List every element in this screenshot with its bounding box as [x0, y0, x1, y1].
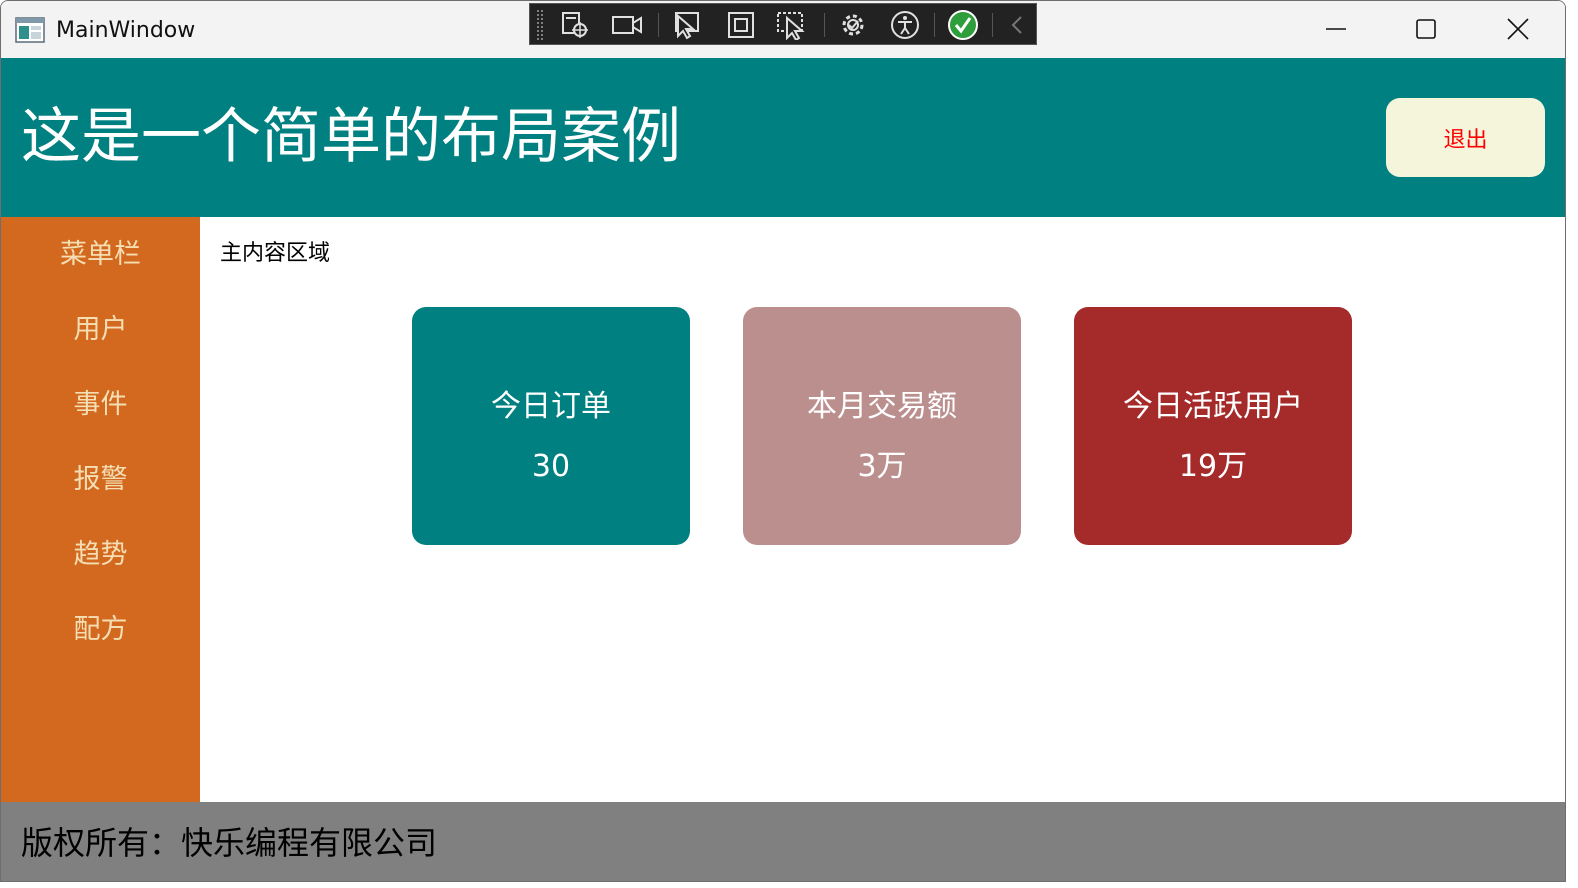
- sidebar-item-menu-header: 菜单栏: [60, 239, 141, 270]
- app-icon: [15, 17, 45, 43]
- maximize-icon: [1416, 19, 1436, 39]
- sidebar-menu: 菜单栏 用户 事件 报警 趋势 配方: [1, 217, 200, 802]
- check-icon[interactable]: [946, 8, 980, 42]
- stat-card-value: 19万: [1178, 449, 1248, 484]
- toolbar-separator: [658, 13, 659, 37]
- bounds-icon[interactable]: [724, 8, 758, 42]
- sidebar-item-events[interactable]: 事件: [1, 387, 200, 423]
- stat-card-label: 今日活跃用户: [1123, 389, 1303, 424]
- sidebar-item-users[interactable]: 用户: [1, 312, 200, 348]
- settings-gear-icon[interactable]: [836, 8, 870, 42]
- stat-card-value: 3万: [857, 449, 907, 484]
- toolbar-separator: [934, 13, 935, 37]
- accessibility-icon[interactable]: [888, 8, 922, 42]
- stat-card-value: 30: [531, 449, 571, 484]
- stat-card-monthly-volume: 本月交易额 3万: [743, 307, 1021, 545]
- logout-button[interactable]: 退出: [1386, 98, 1545, 177]
- main-window: MainWindow 这是一个简单的布局案例 退出 菜单栏 用户 事件 报警 趋…: [0, 0, 1566, 882]
- window-title: MainWindow: [56, 18, 196, 43]
- header: 这是一个简单的布局案例 退出: [1, 58, 1565, 217]
- toolbar-separator: [824, 13, 825, 37]
- main-content-label: 主内容区域: [220, 241, 331, 266]
- collapse-chevron-icon[interactable]: [1000, 8, 1034, 42]
- stat-card-orders: 今日订单 30: [412, 307, 690, 545]
- minimize-icon: [1326, 28, 1346, 30]
- toolbar-separator: [992, 13, 993, 37]
- page-title: 这是一个简单的布局案例: [21, 102, 681, 172]
- copyright-text: 版权所有：快乐编程有限公司: [21, 824, 438, 862]
- close-button[interactable]: [1473, 3, 1563, 55]
- sidebar-item-recipes[interactable]: 配方: [1, 612, 200, 648]
- devtools-toolbar: [529, 3, 1037, 45]
- pointer-icon[interactable]: [670, 8, 704, 42]
- record-icon[interactable]: [610, 8, 644, 42]
- toolbar-grip[interactable]: [536, 9, 544, 41]
- track-focus-icon[interactable]: [774, 8, 808, 42]
- minimize-button[interactable]: [1291, 3, 1381, 55]
- stat-card-label: 今日订单: [491, 389, 611, 424]
- sidebar-item-trends[interactable]: 趋势: [1, 537, 200, 573]
- title-bar[interactable]: MainWindow: [1, 1, 1565, 58]
- select-element-icon[interactable]: [558, 8, 592, 42]
- sidebar-item-alarms[interactable]: 报警: [1, 462, 200, 498]
- maximize-button[interactable]: [1381, 3, 1471, 55]
- stat-card-active-users: 今日活跃用户 19万: [1074, 307, 1352, 545]
- close-icon: [1507, 18, 1529, 40]
- footer: 版权所有：快乐编程有限公司: [1, 802, 1565, 881]
- main-content: 主内容区域 今日订单 30 本月交易额 3万 今日活跃用户 19万: [200, 217, 1565, 802]
- stat-card-label: 本月交易额: [807, 389, 957, 424]
